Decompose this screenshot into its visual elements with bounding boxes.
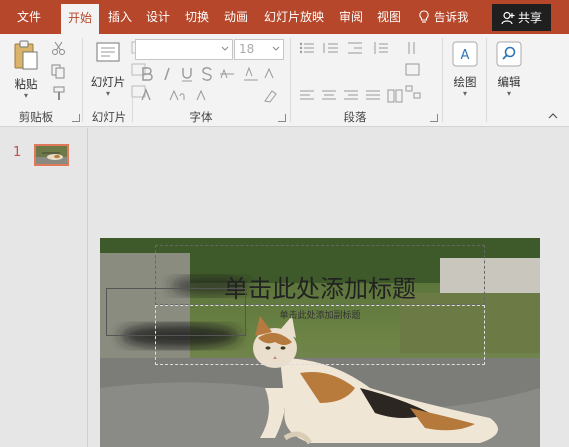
tab-design[interactable]: 设计 [142,0,174,34]
align-right-icon[interactable] [342,88,360,104]
char-shading-icon[interactable] [194,88,212,104]
numbering-icon[interactable] [322,40,340,56]
ribbon-divider [132,98,133,122]
tab-file[interactable]: 文件 [4,0,54,34]
smartart-icon[interactable] [404,84,422,100]
shapes-icon: A [452,41,478,67]
columns-icon[interactable] [386,88,404,104]
slide-thumbnail-pane [0,128,88,447]
decrease-indent-icon[interactable] [346,40,364,56]
align-left-icon[interactable] [298,88,316,104]
editing-button[interactable]: 编辑 ▾ [491,40,527,104]
italic-icon[interactable] [158,66,176,82]
bullets-icon[interactable] [298,40,316,56]
tab-animations[interactable]: 动画 [219,0,253,34]
line-spacing-icon[interactable] [372,40,390,56]
char-spacing-icon[interactable] [242,66,260,82]
tab-review[interactable]: 审阅 [335,0,367,34]
paste-button[interactable]: 粘贴 ▾ [8,40,44,104]
slide-thumbnail[interactable] [34,144,69,166]
drawing-label: 绘图 [453,75,477,89]
lightbulb-icon [419,10,429,23]
ribbon-divider [442,38,443,122]
tell-me-label: 告诉我 [434,10,469,24]
tab-slideshow[interactable]: 幻灯片放映 [259,0,329,34]
drawing-button[interactable]: A 绘图 ▾ [447,40,483,104]
font-launcher[interactable] [278,114,286,122]
clipboard-group-label: 剪贴板 [18,110,54,124]
align-center-icon[interactable] [320,88,338,104]
slides-group-label: 幻灯片 [91,110,127,124]
slide-number: 1 [13,145,22,160]
text-direction-icon[interactable] [404,40,422,56]
ribbon: 粘贴 ▾ 剪贴板 幻灯片 ▾ 幻灯片 18 字体 段落 A 绘图 ▾ 编辑 ▾ [0,34,569,127]
tab-insert[interactable]: 插入 [104,0,136,34]
font-size-up-icon[interactable] [168,88,186,104]
font-color-icon[interactable] [138,88,156,104]
person-add-icon [501,11,515,24]
editing-label: 编辑 [497,75,521,89]
tab-transitions[interactable]: 切换 [180,0,214,34]
svg-text:A: A [461,48,470,63]
paste-label: 粘贴 [14,77,38,91]
ribbon-divider [486,38,487,122]
ribbon-divider [290,38,291,122]
title-tab-bar: 文件 开始 插入 设计 切换 动画 幻灯片放映 审阅 视图 告诉我 共享 [0,0,569,34]
underline-icon[interactable] [178,66,196,82]
share-label: 共享 [517,11,542,25]
find-icon [496,41,522,67]
change-case-icon[interactable] [262,66,280,82]
font-name-combo[interactable] [135,39,233,60]
clipboard-launcher[interactable] [72,114,80,122]
tab-view[interactable]: 视图 [373,0,405,34]
paste-icon [14,40,38,70]
new-slide-label: 幻灯片 [90,75,126,89]
new-slide-icon [96,42,120,62]
share-button[interactable]: 共享 [492,4,551,31]
collapse-ribbon-icon[interactable] [548,112,558,120]
tab-home[interactable]: 开始 [61,4,99,34]
justify-icon[interactable] [364,88,382,104]
font-group-label: 字体 [189,110,213,124]
new-slide-button[interactable]: 幻灯片 ▾ [87,40,129,104]
selection-rectangle [106,288,246,336]
format-painter-icon[interactable] [50,86,68,102]
align-text-icon[interactable] [404,62,422,78]
cut-icon[interactable] [50,40,68,56]
chevron-down-icon [221,46,229,51]
copy-icon[interactable] [50,64,68,80]
ribbon-divider [82,38,83,122]
shadow-icon[interactable] [198,66,216,82]
thumbnail-image [36,146,67,164]
font-size-value: 18 [239,42,255,56]
paragraph-group-label: 段落 [343,110,367,124]
clear-formatting-icon[interactable] [262,88,280,104]
font-size-combo[interactable]: 18 [234,39,284,60]
chevron-down-icon [272,46,280,51]
bold-icon[interactable] [138,66,156,82]
tell-me-box[interactable]: 告诉我 [418,0,469,34]
paragraph-launcher[interactable] [430,114,438,122]
strikethrough-icon[interactable] [218,66,236,82]
